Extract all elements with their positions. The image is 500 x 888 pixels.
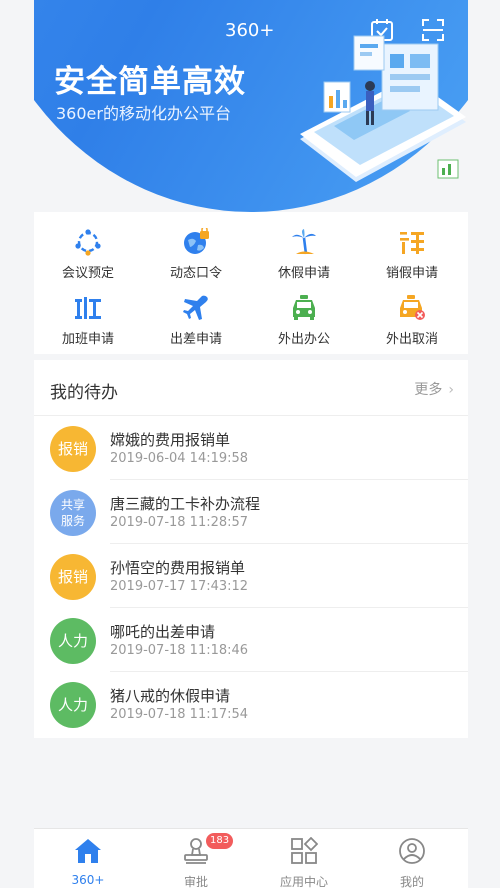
tab-label: 审批 <box>183 875 208 888</box>
quick-action-label: 销假申请 <box>385 266 438 281</box>
todo-item[interactable]: 人力 哪吒的出差申请 2019-07-18 11:18:46 <box>34 608 468 672</box>
quick-action-overtime[interactable]: 加班申请 <box>34 286 142 348</box>
todo-item-time: 2019-06-04 14:19:58 <box>110 451 249 466</box>
globe-lock-icon <box>184 228 209 254</box>
quick-action-meeting[interactable]: 会议预定 <box>34 220 142 282</box>
overtime-icon <box>75 297 101 319</box>
tab-app-center[interactable]: 应用中心 <box>250 829 358 888</box>
app-frame: 360+ 安全简单高效 360er的移动化办公平台 会议预定 动态口令 休假申请… <box>0 0 500 888</box>
bottom-tab-bar: 360+ 183 审批 应用中心 我的 <box>34 828 468 888</box>
todo-item-title: 孙悟空的费用报销单 <box>110 559 246 577</box>
more-link[interactable]: 更多 › <box>414 379 454 399</box>
tab-label: 我的 <box>399 875 424 888</box>
quick-action-field-work[interactable]: 外出办公 <box>250 286 358 348</box>
category-badge-line: 共享 <box>60 498 85 512</box>
quick-action-field-cancel[interactable]: 外出取消 <box>358 286 466 348</box>
banner-subtitle: 360er的移动化办公平台 <box>56 104 231 123</box>
category-badge: 报销 <box>50 426 96 472</box>
todo-item[interactable]: 报销 孙悟空的费用报销单 2019-07-17 17:43:12 <box>34 544 468 608</box>
home-icon <box>75 839 101 863</box>
category-badge: 人力 <box>50 618 96 664</box>
todo-item-title: 哪吒的出差申请 <box>110 623 216 641</box>
todo-header: 我的待办 更多 › <box>34 360 468 416</box>
profile-icon <box>399 838 425 864</box>
quick-action-token[interactable]: 动态口令 <box>142 220 250 282</box>
app-screen: 360+ 安全简单高效 360er的移动化办公平台 会议预定 动态口令 休假申请… <box>34 0 468 888</box>
category-badge: 报销 <box>50 554 96 600</box>
approval-count-badge: 183 <box>206 833 234 849</box>
banner-title: 安全简单高效 <box>54 64 246 100</box>
quick-action-vacation[interactable]: 休假申请 <box>250 220 358 282</box>
quick-action-label: 外出取消 <box>385 332 438 347</box>
quick-action-business-trip[interactable]: 出差申请 <box>142 286 250 348</box>
todo-section: 我的待办 更多 › 报销 嫦娥的费用报销单 2019-06-04 14:19:58… <box>34 360 468 738</box>
quick-action-label: 会议预定 <box>61 266 114 281</box>
todo-item-title: 猪八戒的休假申请 <box>110 687 231 705</box>
tab-approval[interactable]: 183 审批 <box>142 829 250 888</box>
header-banner: 360+ 安全简单高效 360er的移动化办公平台 <box>34 0 468 212</box>
todo-item-time: 2019-07-17 17:43:12 <box>110 579 249 594</box>
taxi-icon <box>293 295 315 320</box>
app-name: 360+ <box>225 20 275 41</box>
tab-label: 应用中心 <box>279 875 328 888</box>
todo-item-time: 2019-07-18 11:28:57 <box>110 515 249 530</box>
todo-item[interactable]: 人力 猪八戒的休假申请 2019-07-18 11:17:54 <box>34 672 468 736</box>
todo-item-title: 嫦娥的费用报销单 <box>110 431 231 449</box>
category-badge: 人力 <box>50 682 96 728</box>
tab-label: 360+ <box>71 873 105 887</box>
tab-profile[interactable]: 我的 <box>358 829 466 888</box>
quick-actions-grid: 会议预定 动态口令 休假申请 销假申请 加班申请 出差申请 外出办公 外出取消 <box>34 212 468 354</box>
todo-item[interactable]: 共享 服务 唐三藏的工卡补办流程 2019-07-18 11:28:57 <box>34 480 468 544</box>
todo-item[interactable]: 报销 嫦娥的费用报销单 2019-06-04 14:19:58 <box>34 416 468 480</box>
quick-action-cancel-leave[interactable]: 销假申请 <box>358 220 466 282</box>
quick-action-label: 外出办公 <box>277 332 330 347</box>
quick-action-label: 加班申请 <box>61 332 114 347</box>
tab-home[interactable]: 360+ <box>34 829 142 888</box>
category-badge: 共享 服务 <box>50 490 96 536</box>
palm-tree-icon <box>292 229 316 255</box>
todo-item-time: 2019-07-18 11:17:54 <box>110 707 249 722</box>
office-phone-illustration <box>300 35 466 182</box>
todo-item-title: 唐三藏的工卡补办流程 <box>110 495 261 513</box>
cancel-leave-icon <box>400 232 424 254</box>
chevron-right-icon: › <box>448 382 454 398</box>
airplane-icon <box>183 295 208 320</box>
todo-title: 我的待办 <box>50 383 118 403</box>
quick-action-label: 休假申请 <box>277 266 330 281</box>
app-center-icon <box>291 837 318 864</box>
more-label: 更多 <box>414 382 443 398</box>
quick-action-label: 出差申请 <box>169 332 222 347</box>
taxi-cancel-icon <box>400 295 425 320</box>
meeting-icon <box>75 229 101 256</box>
quick-action-label: 动态口令 <box>169 266 222 281</box>
todo-item-time: 2019-07-18 11:18:46 <box>110 643 249 658</box>
category-badge-line: 服务 <box>60 514 85 528</box>
